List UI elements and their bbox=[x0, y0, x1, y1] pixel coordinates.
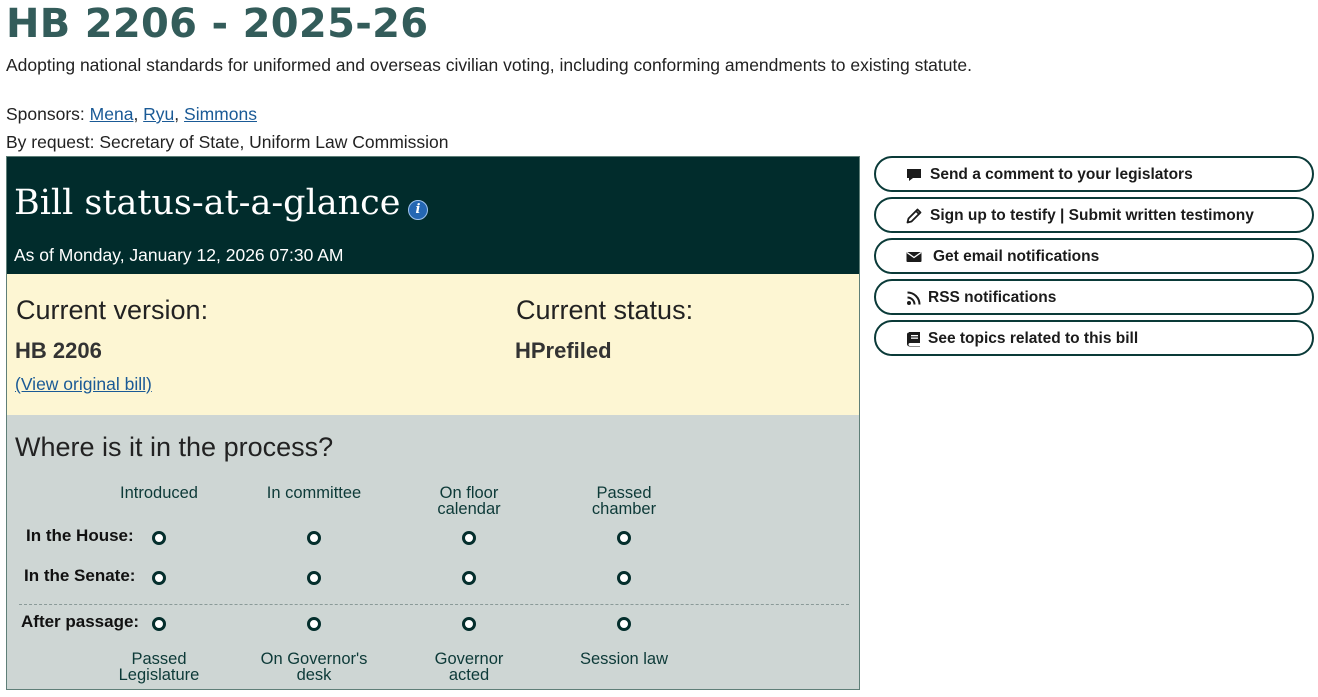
email-notifications-button[interactable]: Get email notifications bbox=[874, 238, 1314, 274]
stage-passed-chamber: Passed chamber bbox=[564, 484, 684, 518]
process-section: Where is it in the process? Introduced I… bbox=[7, 415, 859, 689]
sponsors-label: Sponsors: bbox=[6, 104, 90, 124]
stage-label-line: Governor bbox=[434, 650, 504, 668]
senate-passed-indicator bbox=[617, 571, 631, 585]
stage-label-line: Legislature bbox=[118, 666, 200, 684]
stage-passed-legislature: Passed Legislature bbox=[99, 650, 219, 684]
house-floor-indicator bbox=[462, 531, 476, 545]
sponsor-link-simmons[interactable]: Simmons bbox=[184, 104, 257, 124]
stage-session-law: Session law bbox=[564, 650, 684, 668]
stage-governors-desk: On Governor's desk bbox=[249, 650, 379, 684]
stage-label-line: On Governor's bbox=[260, 650, 368, 668]
row-label-senate: In the Senate: bbox=[24, 566, 136, 585]
send-comment-button[interactable]: Send a comment to your legislators bbox=[874, 156, 1314, 192]
passed-legislature-indicator bbox=[152, 617, 166, 631]
info-icon[interactable]: i bbox=[408, 200, 428, 220]
senate-introduced-indicator bbox=[152, 571, 166, 585]
sign-up-testify-button[interactable]: Sign up to testify | Submit written test… bbox=[874, 197, 1314, 233]
stage-label-line: Passed bbox=[596, 484, 652, 502]
row-label-after-passage: After passage: bbox=[21, 612, 140, 631]
status-panel-title: Bill status-at-a-glance bbox=[14, 183, 401, 223]
current-version-label: Current version: bbox=[16, 295, 209, 325]
sponsor-link-mena[interactable]: Mena bbox=[90, 104, 134, 124]
stage-label-line: chamber bbox=[591, 500, 657, 518]
current-status-value: HPrefiled bbox=[515, 338, 612, 363]
bill-status-panel: Bill status-at-a-glance i As of Monday, … bbox=[6, 156, 860, 690]
rss-notifications-label: RSS notifications bbox=[928, 289, 1057, 306]
sponsors-line: Sponsors: Mena, Ryu, Simmons bbox=[6, 103, 257, 125]
stage-label-line: Passed bbox=[131, 650, 187, 668]
senate-floor-indicator bbox=[462, 571, 476, 585]
by-request-line: By request: Secretary of State, Uniform … bbox=[6, 132, 449, 152]
see-topics-button[interactable]: See topics related to this bill bbox=[874, 320, 1314, 356]
current-version-section: Current version: HB 2206 (View original … bbox=[7, 274, 859, 415]
governor-acted-indicator bbox=[462, 617, 476, 631]
sponsor-separator: , bbox=[133, 104, 144, 124]
stage-label-line: Introduced bbox=[120, 484, 198, 502]
sponsor-link-ryu[interactable]: Ryu bbox=[143, 104, 174, 124]
stage-label-line: acted bbox=[448, 666, 490, 684]
governor-desk-indicator bbox=[307, 617, 321, 631]
stage-label-line: calendar bbox=[437, 500, 501, 518]
process-divider bbox=[19, 604, 849, 605]
current-version-value: HB 2206 bbox=[15, 338, 102, 363]
comment-icon bbox=[907, 169, 921, 181]
stage-label-line: On floor bbox=[439, 484, 499, 502]
status-panel-header: Bill status-at-a-glance i As of Monday, … bbox=[7, 157, 859, 274]
process-title: Where is it in the process? bbox=[15, 432, 334, 462]
senate-committee-indicator bbox=[307, 571, 321, 585]
stage-label-line: In committee bbox=[266, 484, 362, 502]
envelope-icon bbox=[906, 251, 922, 262]
stage-label-line: desk bbox=[296, 666, 332, 684]
pencil-icon bbox=[906, 208, 922, 224]
as-of-timestamp: As of Monday, January 12, 2026 07:30 AM bbox=[14, 245, 344, 265]
house-passed-indicator bbox=[617, 531, 631, 545]
sponsor-separator: , bbox=[174, 104, 185, 124]
rss-notifications-button[interactable]: RSS notifications bbox=[874, 279, 1314, 315]
row-label-house: In the House: bbox=[26, 526, 134, 545]
bill-description: Adopting national standards for uniforme… bbox=[6, 55, 972, 75]
see-topics-label: See topics related to this bill bbox=[928, 330, 1139, 347]
book-icon bbox=[907, 332, 920, 347]
stage-on-floor-calendar: On floor calendar bbox=[409, 484, 529, 518]
stage-in-committee: In committee bbox=[254, 484, 374, 502]
stage-introduced: Introduced bbox=[99, 484, 219, 502]
stage-governor-acted: Governor acted bbox=[409, 650, 529, 684]
view-original-bill-link[interactable]: (View original bill) bbox=[15, 373, 152, 395]
send-comment-label: Send a comment to your legislators bbox=[930, 166, 1193, 183]
session-law-indicator bbox=[617, 617, 631, 631]
page-title: HB 2206 - 2025-26 bbox=[6, 1, 429, 47]
sign-up-testify-label: Sign up to testify | Submit written test… bbox=[930, 207, 1254, 224]
email-notifications-label: Get email notifications bbox=[933, 248, 1100, 265]
stage-label-line: Session law bbox=[579, 650, 669, 668]
current-status-label: Current status: bbox=[516, 295, 694, 325]
rss-icon bbox=[907, 291, 921, 305]
house-committee-indicator bbox=[307, 531, 321, 545]
house-introduced-indicator bbox=[152, 531, 166, 545]
